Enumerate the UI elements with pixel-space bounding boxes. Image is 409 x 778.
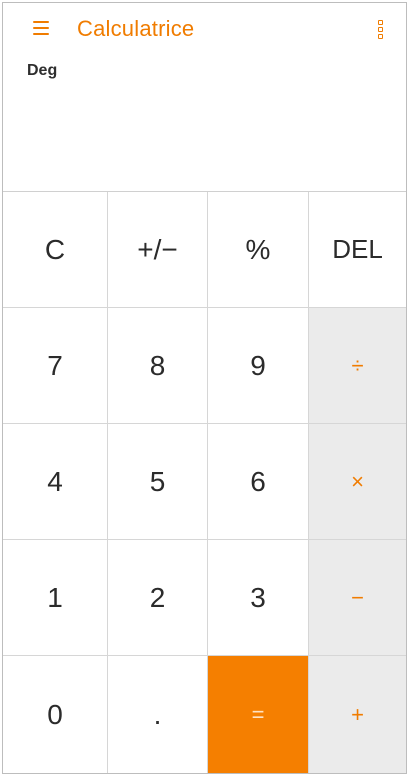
digit-0-button[interactable]: 0	[3, 656, 108, 773]
digit-5-button[interactable]: 5	[108, 424, 208, 540]
sign-toggle-button[interactable]: +/−	[108, 192, 208, 308]
add-button[interactable]: +	[309, 656, 406, 773]
digit-7-button[interactable]: 7	[3, 308, 108, 424]
divide-button[interactable]: ÷	[309, 308, 406, 424]
subtract-button[interactable]: −	[309, 540, 406, 656]
digit-1-button[interactable]: 1	[3, 540, 108, 656]
digit-9-button[interactable]: 9	[208, 308, 309, 424]
digit-8-button[interactable]: 8	[108, 308, 208, 424]
digit-4-button[interactable]: 4	[3, 424, 108, 540]
percent-button[interactable]: %	[208, 192, 309, 308]
app-bar: Calculatrice	[3, 3, 406, 55]
delete-button[interactable]: DEL	[309, 192, 406, 308]
clear-button[interactable]: C	[3, 192, 108, 308]
hamburger-menu-icon[interactable]	[33, 21, 49, 35]
decimal-point-button[interactable]: .	[108, 656, 208, 773]
digit-2-button[interactable]: 2	[108, 540, 208, 656]
digit-6-button[interactable]: 6	[208, 424, 309, 540]
calculator-app: Calculatrice Deg C +/−% DEL 7 8 9 ÷ 4 5 6 × 1 2 3− 0. =…	[2, 2, 407, 774]
display-area	[3, 55, 406, 191]
angle-mode-label: Deg	[27, 62, 58, 79]
more-vertical-icon[interactable]	[378, 20, 384, 40]
equals-button[interactable]: =	[208, 656, 309, 773]
digit-3-button[interactable]: 3	[208, 540, 309, 656]
keypad: C +/−% DEL 7 8 9 ÷ 4 5 6 × 1 2 3− 0. = +	[3, 191, 406, 773]
app-title: Calculatrice	[77, 16, 195, 41]
multiply-button[interactable]: ×	[309, 424, 406, 540]
